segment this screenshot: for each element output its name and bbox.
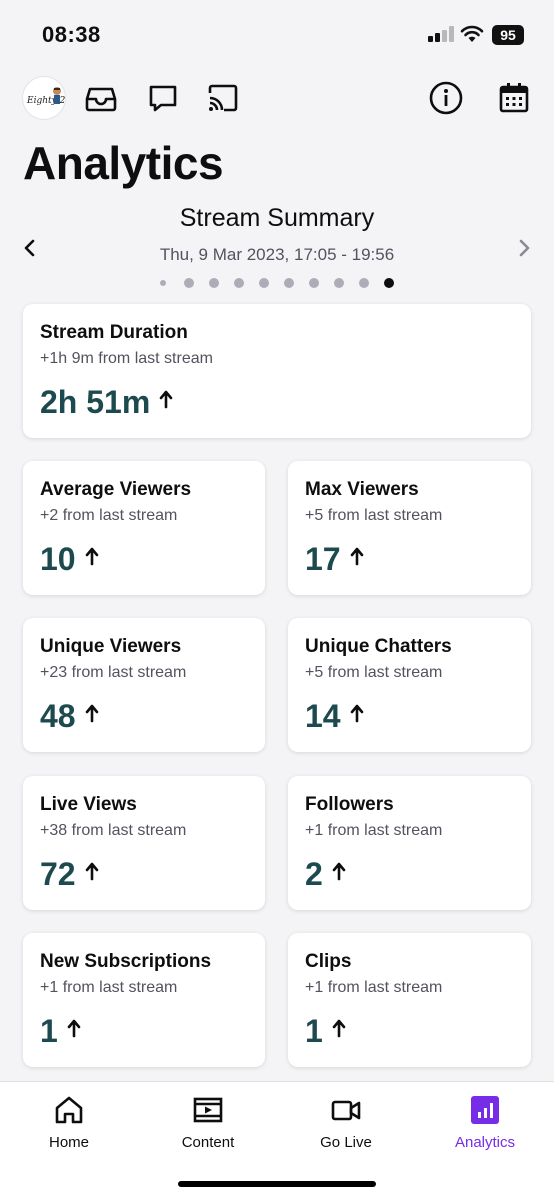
stat-card-followers: Followers +1 from last stream 2 bbox=[288, 776, 531, 910]
card-value: 17 bbox=[305, 541, 365, 578]
avatar-logo-icon: Eighty 2 bbox=[26, 87, 65, 106]
card-value: 2 bbox=[305, 856, 347, 893]
page-dot[interactable] bbox=[259, 278, 269, 288]
card-subtitle: +5 from last stream bbox=[305, 664, 443, 681]
card-subtitle: +23 from last stream bbox=[40, 664, 187, 681]
card-value: 1 bbox=[40, 1013, 82, 1050]
status-bar: 08:38 95 bbox=[0, 0, 554, 70]
page-dot[interactable] bbox=[284, 278, 294, 288]
stat-card-unique-chatters: Unique Chatters +5 from last stream 14 bbox=[288, 618, 531, 752]
card-value: 1 bbox=[305, 1013, 347, 1050]
home-indicator bbox=[178, 1181, 376, 1187]
tab-label: Content bbox=[181, 1134, 235, 1151]
card-subtitle: +5 from last stream bbox=[305, 507, 443, 524]
card-subtitle: +38 from last stream bbox=[40, 822, 187, 839]
card-value: 14 bbox=[305, 698, 365, 735]
wifi-icon bbox=[460, 25, 484, 42]
stat-card-average-viewers: Average Viewers +2 from last stream 10 bbox=[23, 461, 265, 595]
card-value: 2h 51m bbox=[40, 384, 174, 421]
stat-card-clips: Clips +1 from last stream 1 bbox=[288, 933, 531, 1067]
arrow-up-icon bbox=[85, 704, 98, 723]
cast-icon[interactable] bbox=[205, 80, 241, 116]
card-value: 72 bbox=[40, 856, 100, 893]
arrow-up-icon bbox=[350, 704, 363, 723]
calendar-icon[interactable] bbox=[496, 80, 532, 116]
page-dot[interactable] bbox=[209, 278, 219, 288]
video-camera-icon bbox=[331, 1100, 361, 1121]
page-dot[interactable] bbox=[160, 280, 166, 286]
page-dot-active[interactable] bbox=[384, 278, 394, 288]
card-title: Live Views bbox=[40, 794, 137, 815]
arrow-up-icon bbox=[350, 547, 363, 566]
page-dot[interactable] bbox=[234, 278, 244, 288]
tab-analytics[interactable]: Analytics bbox=[425, 1094, 545, 1151]
card-value: 48 bbox=[40, 698, 100, 735]
card-title: Max Viewers bbox=[305, 479, 419, 500]
tab-label: Analytics bbox=[454, 1134, 516, 1151]
arrow-up-icon bbox=[159, 390, 173, 409]
card-subtitle: +2 from last stream bbox=[40, 507, 178, 524]
page-dot[interactable] bbox=[309, 278, 319, 288]
arrow-up-icon bbox=[67, 1019, 81, 1038]
film-icon bbox=[193, 1097, 223, 1123]
tab-go-live[interactable]: Go Live bbox=[286, 1094, 406, 1151]
card-subtitle: +1 from last stream bbox=[40, 979, 178, 996]
summary-title: Stream Summary bbox=[179, 204, 375, 232]
summary-date: Thu, 9 Mar 2023, 17:05 - 19:56 bbox=[159, 245, 395, 264]
home-icon bbox=[55, 1096, 83, 1124]
stat-card-new-subscriptions: New Subscriptions +1 from last stream 1 bbox=[23, 933, 265, 1067]
page-dot[interactable] bbox=[359, 278, 369, 288]
card-title: Unique Viewers bbox=[40, 636, 182, 657]
page-title: Analytics bbox=[23, 137, 224, 189]
page-dot[interactable] bbox=[334, 278, 344, 288]
chat-icon[interactable] bbox=[145, 80, 181, 116]
arrow-up-icon bbox=[332, 862, 346, 881]
card-title: Average Viewers bbox=[40, 479, 192, 500]
avatar[interactable]: Eighty 2 bbox=[22, 76, 66, 120]
tab-label: Go Live bbox=[320, 1134, 372, 1151]
card-subtitle: +1h 9m from last stream bbox=[40, 350, 213, 367]
arrow-up-icon bbox=[85, 547, 98, 566]
info-icon[interactable] bbox=[428, 80, 464, 116]
arrow-up-icon bbox=[332, 1019, 346, 1038]
stat-card-stream-duration: Stream Duration +1h 9m from last stream … bbox=[23, 304, 531, 438]
cellular-signal-icon bbox=[428, 26, 454, 42]
stat-card-unique-viewers: Unique Viewers +23 from last stream 48 bbox=[23, 618, 265, 752]
card-value: 10 bbox=[40, 541, 100, 578]
stat-card-live-views: Live Views +38 from last stream 72 bbox=[23, 776, 265, 910]
inbox-icon[interactable] bbox=[83, 80, 119, 116]
battery-indicator: 95 bbox=[492, 25, 524, 45]
tab-home[interactable]: Home bbox=[9, 1094, 129, 1151]
card-title: Stream Duration bbox=[40, 322, 188, 343]
stat-card-max-viewers: Max Viewers +5 from last stream 17 bbox=[288, 461, 531, 595]
bar-chart-icon bbox=[471, 1096, 499, 1124]
tab-label: Home bbox=[48, 1134, 89, 1151]
card-title: Unique Chatters bbox=[305, 636, 452, 657]
next-stream-chevron-right-icon[interactable] bbox=[512, 236, 536, 260]
page-dot[interactable] bbox=[184, 278, 194, 288]
card-title: Clips bbox=[305, 951, 352, 972]
status-time: 08:38 bbox=[42, 22, 101, 47]
card-subtitle: +1 from last stream bbox=[305, 979, 443, 996]
arrow-up-icon bbox=[85, 862, 98, 881]
top-toolbar: Eighty 2 bbox=[0, 76, 554, 122]
tab-content[interactable]: Content bbox=[148, 1094, 268, 1151]
card-title: Followers bbox=[305, 794, 394, 815]
card-title: New Subscriptions bbox=[40, 951, 212, 972]
card-subtitle: +1 from last stream bbox=[305, 822, 443, 839]
